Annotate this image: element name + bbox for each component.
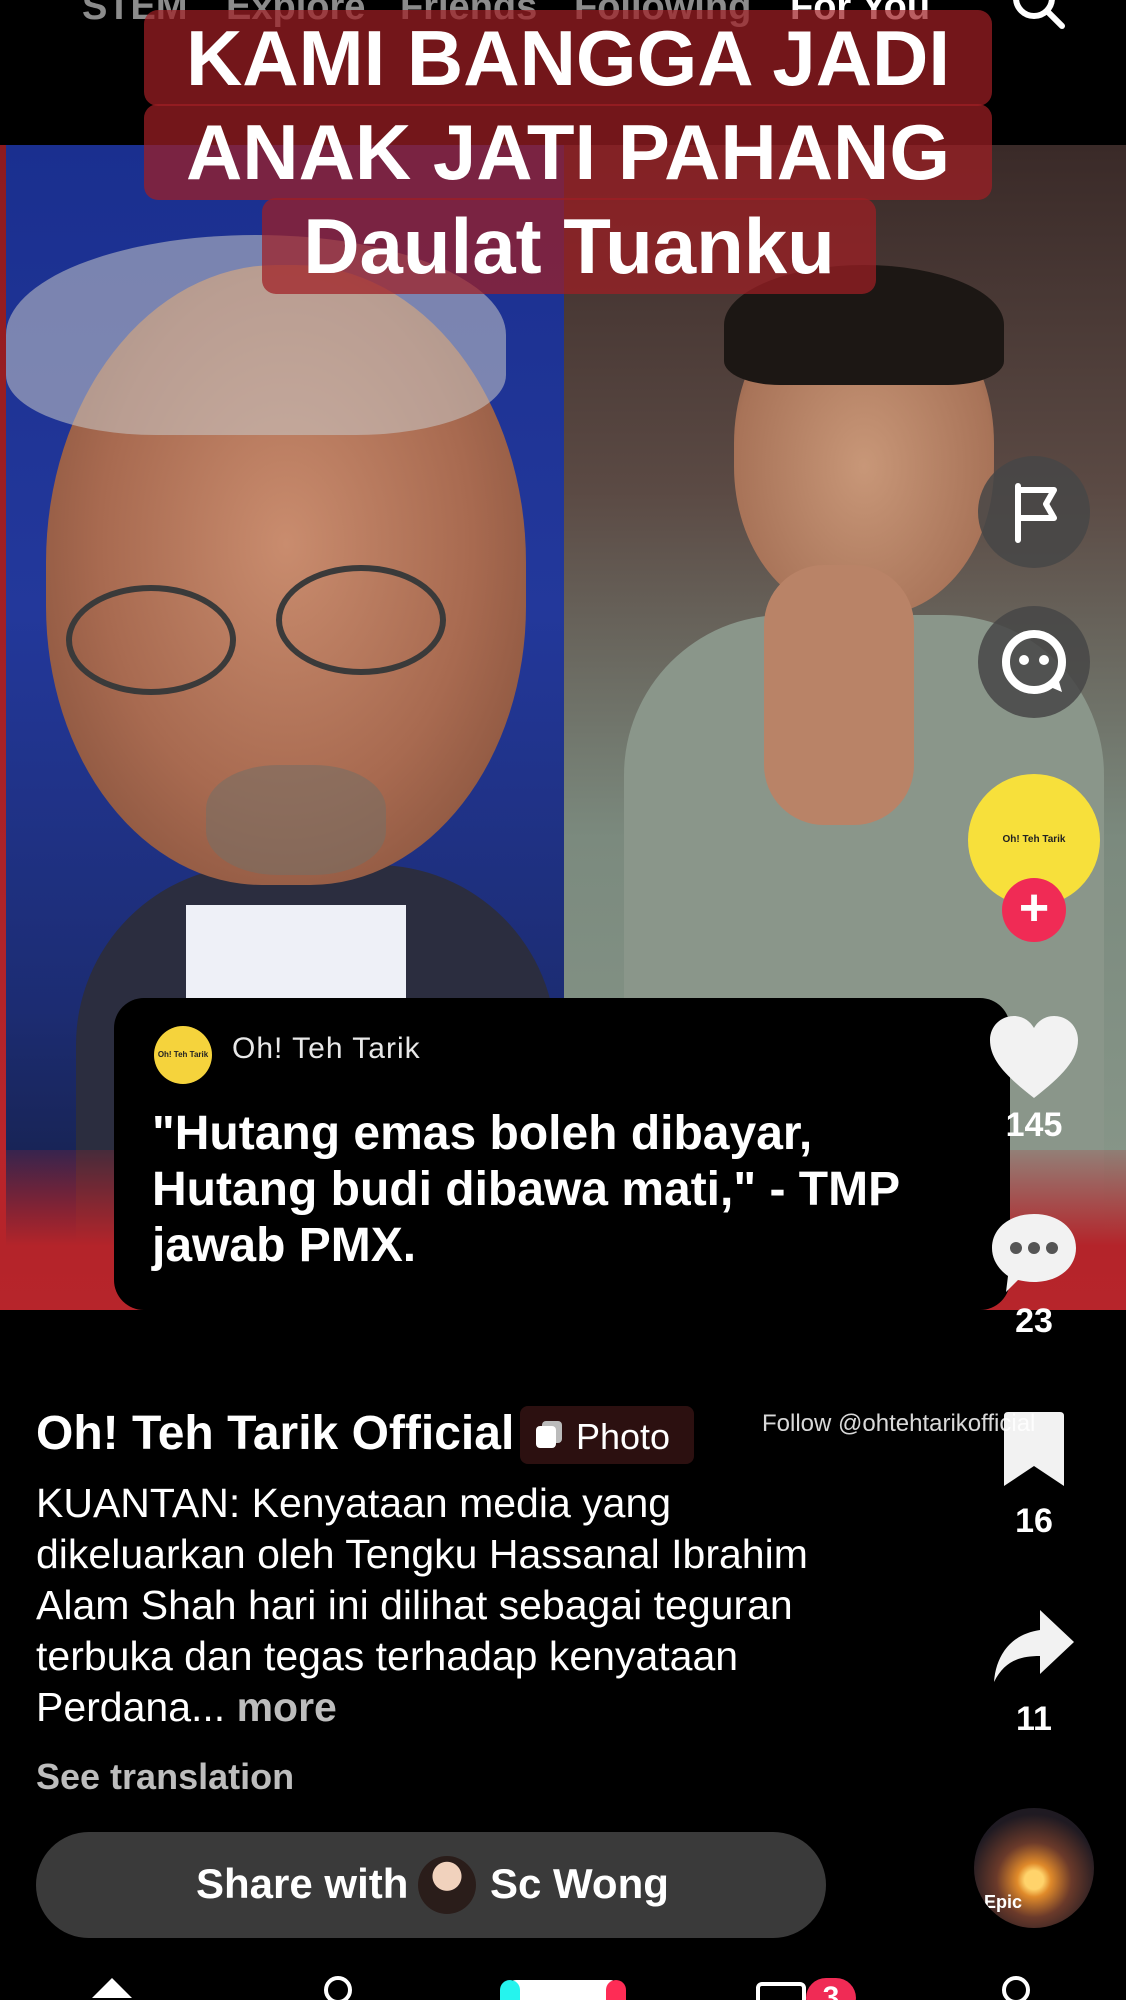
photo-badge: Photo [520, 1406, 694, 1464]
share-with-label: Share with [196, 1860, 409, 1907]
quote-card-avatar: Oh! Teh Tarik [154, 1026, 212, 1084]
headline-line-1: KAMI BANGGA JADI [144, 10, 992, 106]
quote-text: "Hutang emas boleh dibayar, Hutang budi … [152, 1107, 900, 1272]
follow-plus-button[interactable]: + [1002, 878, 1066, 942]
contact-name: Sc Wong [490, 1860, 669, 1907]
friends-icon[interactable] [320, 1974, 356, 2000]
contact-avatar [418, 1856, 476, 1914]
follow-watermark: Follow @ohtehtarikofficial [762, 1410, 1036, 1437]
bottom-nav [0, 1960, 1126, 2000]
home-icon[interactable] [90, 1974, 134, 2000]
quote-card: Oh! Teh Tarik Oh! Teh Tarik "Hutang emas… [114, 998, 1010, 1310]
headline-line-3: Daulat Tuanku [262, 198, 876, 294]
chat-bot-icon [1002, 630, 1066, 694]
report-button[interactable] [978, 456, 1090, 568]
like-icon[interactable] [986, 1012, 1082, 1104]
share-icon[interactable] [990, 1606, 1076, 1686]
share-with-bar[interactable]: Share with Sc Wong [36, 1832, 826, 1938]
quote-card-name: Oh! Teh Tarik [232, 1032, 421, 1065]
profile-icon[interactable] [996, 1974, 1036, 2000]
flag-icon [1015, 483, 1057, 543]
see-translation-link[interactable]: See translation [36, 1756, 294, 1798]
ai-assistant-button[interactable] [978, 606, 1090, 718]
photo-badge-label: Photo [576, 1416, 671, 1457]
inbox-icon[interactable] [756, 1974, 806, 2000]
music-disc-label: Epic [984, 1892, 1023, 1912]
headline-line-2: ANAK JATI PAHANG [144, 104, 992, 200]
caption-more-link[interactable]: more [237, 1684, 337, 1730]
comment-icon[interactable] [988, 1208, 1080, 1298]
share-count: 11 [1016, 1700, 1052, 1738]
like-count: 145 [1005, 1106, 1063, 1144]
save-count: 16 [1015, 1502, 1053, 1540]
comment-count: 23 [1015, 1302, 1053, 1340]
create-icon[interactable] [500, 1974, 626, 2000]
author-name[interactable]: Oh! Teh Tarik Official [36, 1406, 514, 1461]
search-icon[interactable] [1008, 0, 1068, 32]
music-disc[interactable]: Epic [974, 1808, 1094, 1928]
photo-icon [536, 1421, 562, 1448]
caption[interactable]: KUANTAN: Kenyataan media yang dikeluarka… [36, 1478, 826, 1733]
caption-text: KUANTAN: Kenyataan media yang dikeluarka… [36, 1480, 808, 1730]
